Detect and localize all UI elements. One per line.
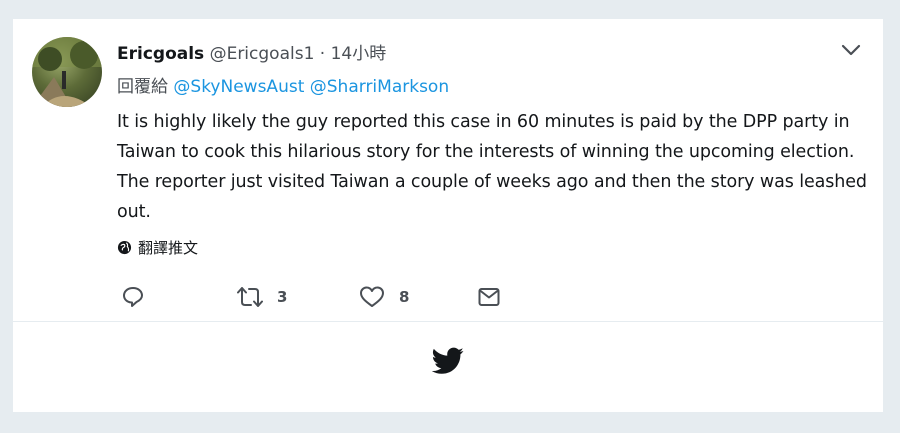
translate-label: 翻譯推文: [138, 239, 199, 257]
mention-link[interactable]: @SkyNewsAust: [173, 77, 304, 97]
timestamp[interactable]: 14小時: [331, 44, 387, 64]
reply-button[interactable]: [121, 285, 145, 309]
chevron-down-icon[interactable]: [841, 43, 861, 57]
avatar[interactable]: [32, 37, 102, 107]
globe-icon: [117, 240, 132, 255]
translate-tweet-link[interactable]: 翻譯推文: [117, 237, 198, 258]
separator: ·: [319, 44, 326, 64]
reply-prefix: 回覆給: [117, 77, 168, 97]
retweet-button[interactable]: 3: [237, 285, 287, 309]
direct-message-button[interactable]: [477, 285, 501, 309]
handle[interactable]: @Ericgoals1: [210, 44, 315, 64]
tweet-text: It is highly likely the guy reported thi…: [117, 112, 867, 222]
heart-icon: [360, 286, 384, 307]
reply-icon: [123, 287, 143, 307]
reply-context: 回覆給 @SkyNewsAust @SharriMarkson: [117, 72, 449, 97]
tweet-header: Ericgoals @Ericgoals1 · 14小時: [117, 39, 386, 64]
retweet-count: 3: [277, 288, 288, 306]
like-button[interactable]: 8: [359, 285, 409, 309]
retweet-icon: [237, 287, 263, 307]
twitter-bird-icon[interactable]: [432, 347, 464, 375]
display-name[interactable]: Ericgoals: [117, 44, 204, 64]
divider: [13, 321, 883, 322]
like-count: 8: [399, 288, 410, 306]
envelope-icon: [478, 288, 500, 306]
mention-link[interactable]: @SharriMarkson: [310, 77, 449, 97]
tweet-card: Ericgoals @Ericgoals1 · 14小時 回覆給 @SkyNew…: [13, 19, 883, 412]
